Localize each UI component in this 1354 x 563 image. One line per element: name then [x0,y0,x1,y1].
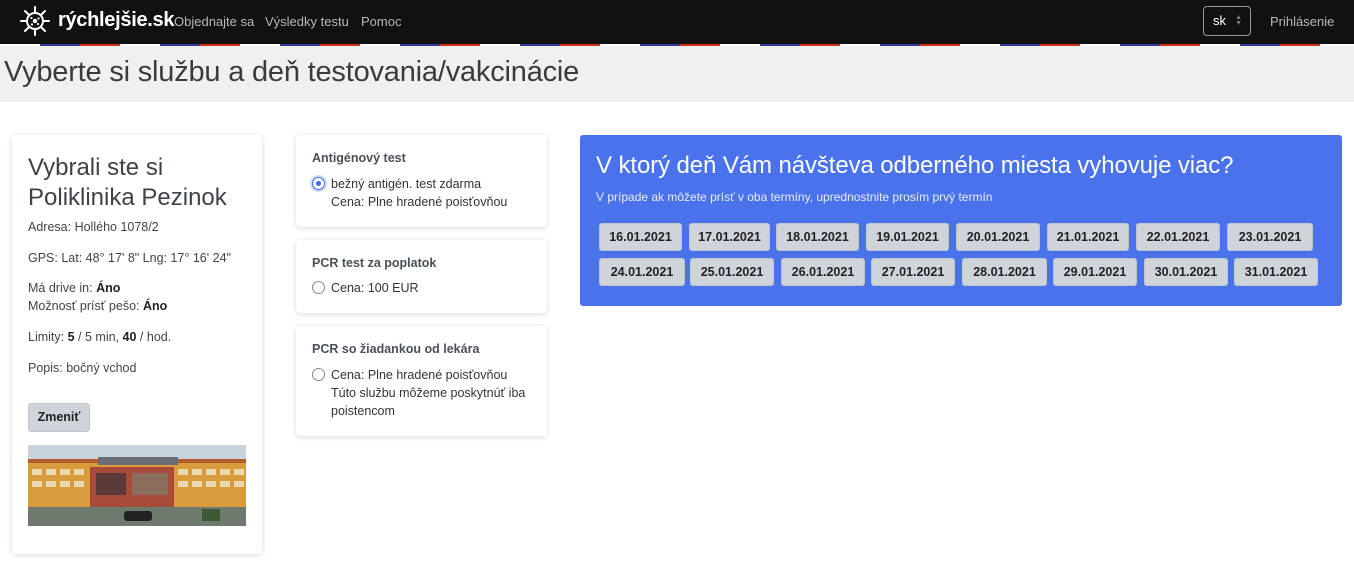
language-value: sk [1213,13,1226,28]
service-option[interactable]: bežný antigén. test zdarma Cena: Plne hr… [312,175,507,211]
walk-in-line: Možnosť prísť pešo: Áno [28,299,167,313]
service-option[interactable]: Cena: Plne hradené poisťovňou Túto služb… [312,366,525,420]
service-option[interactable]: Cena: 100 EUR [312,279,419,297]
location-heading-intro: Vybrali ste si [28,154,164,181]
language-select[interactable]: sk ▲ ▼ [1203,6,1251,36]
location-name: Poliklinika Pezinok [28,184,227,211]
date-button[interactable]: 21.01.2021 [1047,223,1129,251]
drive-in-value: Áno [96,281,121,295]
date-button[interactable]: 27.01.2021 [871,258,955,286]
walk-in-label: Možnosť prísť pešo: [28,299,140,313]
service-note: Túto službu môžeme poskytnúť iba [331,386,526,400]
date-panel-heading: V ktorý deň Vám návšteva odberného miest… [596,152,1234,179]
description-value: bočný vchod [66,361,137,375]
description-label: Popis: [28,361,63,375]
date-button[interactable]: 22.01.2021 [1136,223,1220,251]
limit-hourly-unit: / hod. [139,330,172,344]
drive-in-line: Má drive in: Áno [28,281,120,295]
drive-in-label: Má drive in: [28,281,93,295]
service-title: PCR test za poplatok [312,256,437,270]
service-card-pcr-paid[interactable]: PCR test za poplatok Cena: 100 EUR [296,240,547,313]
service-price: Cena: 100 EUR [331,281,419,295]
date-button[interactable]: 17.01.2021 [689,223,770,251]
login-link[interactable]: Prihlásenie [1270,14,1334,29]
date-button[interactable]: 25.01.2021 [690,258,774,286]
virus-logo-icon[interactable] [19,5,51,37]
select-arrows-icon: ▲ ▼ [1235,14,1242,27]
date-button[interactable]: 24.01.2021 [599,258,685,286]
service-description: bežný antigén. test zdarma [331,177,482,191]
date-button[interactable]: 26.01.2021 [781,258,865,286]
location-card: Vybrali ste si Poliklinika Pezinok Adres… [12,135,262,554]
nav-link-help[interactable]: Pomoc [361,14,401,29]
nav-link-results[interactable]: Výsledky testu [265,14,349,29]
nav-link-order[interactable]: Objednajte sa [174,14,254,29]
date-button[interactable]: 20.01.2021 [956,223,1040,251]
service-title: PCR so žiadankou od lekára [312,342,480,356]
service-title: Antigénový test [312,151,406,165]
service-price: Cena: Plne hradené poisťovňou [331,195,508,209]
date-selection-panel: V ktorý deň Vám návšteva odberného miest… [580,135,1342,306]
date-button[interactable]: 23.01.2021 [1227,223,1313,251]
limit-rest: / 5 min, [78,330,120,344]
service-price: Cena: Plne hradené poisťovňou [331,368,508,382]
radio-button[interactable] [312,281,325,294]
description-line: Popis: bočný vchod [28,361,136,375]
address-value: Hollého 1078/2 [74,220,159,234]
limit-hourly: 40 [122,330,137,344]
date-button[interactable]: 30.01.2021 [1144,258,1228,286]
limits-line: Limity: 5 / 5 min, 40 / hod. [28,330,171,344]
service-option-text: Cena: Plne hradené poisťovňou Túto služb… [331,366,525,420]
radio-button[interactable] [312,368,325,381]
service-card-pcr-referral[interactable]: PCR so žiadankou od lekára Cena: Plne hr… [296,326,547,436]
address-label: Adresa: [28,220,72,234]
clinic-building-photo [28,445,246,526]
title-band: Vyberte si službu a deň testovania/vakci… [0,46,1354,102]
service-card-antigen[interactable]: Antigénový test bežný antigén. test zdar… [296,135,547,227]
service-note-cont: poistencom [331,404,395,418]
date-button[interactable]: 19.01.2021 [866,223,949,251]
top-navbar: rýchlejšie.sk Objednajte sa Výsledky tes… [0,0,1354,44]
gps-line: GPS: Lat: 48° 17' 8" Lng: 17° 16' 24" [28,251,231,265]
gps-label: GPS: [28,251,58,265]
gps-value: Lat: 48° 17' 8" Lng: 17° 16' 24" [61,251,231,265]
date-button[interactable]: 18.01.2021 [776,223,859,251]
page-title: Vyberte si službu a deň testovania/vakci… [4,56,580,88]
date-button[interactable]: 29.01.2021 [1053,258,1137,286]
change-location-button[interactable]: Zmeniť [28,403,90,432]
service-option-text: bežný antigén. test zdarma Cena: Plne hr… [331,175,507,211]
address-line: Adresa: Hollého 1078/2 [28,220,159,234]
date-panel-subheading: V prípade ak môžete prísť v oba termíny,… [596,190,993,204]
date-button[interactable]: 31.01.2021 [1234,258,1318,286]
walk-in-value: Áno [143,299,168,313]
limit-count: 5 [67,330,75,344]
date-button[interactable]: 28.01.2021 [962,258,1047,286]
limits-label: Limity: [28,330,65,344]
location-heading: Vybrali ste si Poliklinika Pezinok [28,153,227,213]
date-button[interactable]: 16.01.2021 [599,223,682,251]
radio-button-selected[interactable] [312,177,325,190]
brand-name[interactable]: rýchlejšie.sk [58,9,175,32]
